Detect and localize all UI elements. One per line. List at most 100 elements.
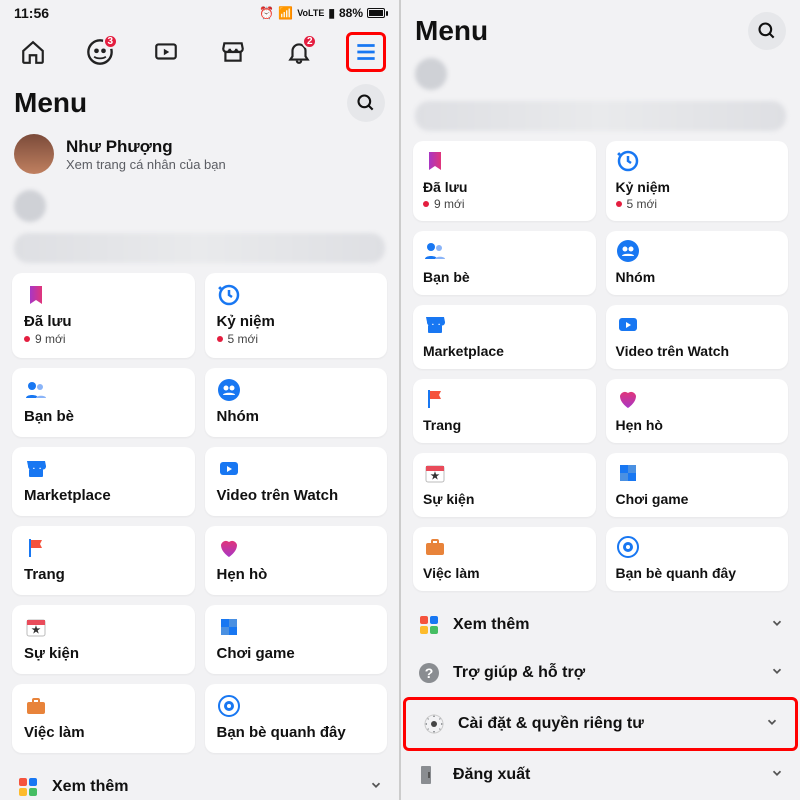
flag-icon (24, 536, 48, 560)
shortcut-job[interactable]: Việc làm (12, 684, 195, 753)
shortcut-bookmark[interactable]: Đã lưu9 mới (413, 141, 596, 221)
row-settings[interactable]: Cài đặt & quyền riêng tư (403, 697, 798, 751)
shortcut-label: Marketplace (24, 487, 183, 504)
shortcut-game[interactable]: Chơi game (205, 605, 388, 674)
shortcut-sub: 5 mới (217, 332, 376, 346)
shortcut-label: Việc làm (24, 724, 183, 741)
shortcut-label: Trang (423, 417, 586, 433)
chevron-down-icon (770, 664, 784, 683)
notifications-badge: 2 (302, 34, 317, 49)
row-more[interactable]: Xem thêm (401, 601, 800, 649)
clock-icon (616, 149, 640, 173)
group-icon (217, 378, 241, 402)
shortcut-nearby[interactable]: Bạn bè quanh đây (606, 527, 789, 591)
shortcut-nearby[interactable]: Bạn bè quanh đây (205, 684, 388, 753)
shortcut-label: Chơi game (616, 491, 779, 507)
flag-icon (423, 387, 447, 411)
battery-pct: 88% (339, 6, 363, 20)
shop-icon (24, 457, 48, 481)
shortcut-friends[interactable]: Bạn bè (413, 231, 596, 295)
menu-header: Menu (0, 78, 399, 124)
menu-rows: Xem thêm (0, 763, 399, 800)
more-icon (417, 613, 441, 637)
clock-icon (217, 283, 241, 307)
game-icon (217, 615, 241, 639)
shortcut-watch[interactable]: Video trên Watch (606, 305, 789, 369)
shortcut-clock[interactable]: Kỷ niệm5 mới (606, 141, 789, 221)
shortcut-heart[interactable]: Hẹn hò (606, 379, 789, 443)
row-label: Trợ giúp & hỗ trợ (453, 664, 758, 682)
bookmark-icon (24, 283, 48, 307)
friends-icon (24, 378, 48, 402)
tab-home[interactable] (13, 32, 53, 72)
row-label: Cài đặt & quyền riêng tư (458, 715, 753, 733)
job-icon (24, 694, 48, 718)
heart-icon (217, 536, 241, 560)
shortcut-clock[interactable]: Kỷ niệm5 mới (205, 273, 388, 358)
event-icon: ★ (423, 461, 447, 485)
tab-notifications[interactable]: 2 (279, 32, 319, 72)
shortcut-label: Hẹn hò (616, 417, 779, 433)
status-right: ⏰ 📶 VoLTE ▮ 88% (259, 6, 385, 20)
shortcut-shop[interactable]: Marketplace (12, 447, 195, 516)
search-button[interactable] (748, 12, 786, 50)
shortcut-friends[interactable]: Bạn bè (12, 368, 195, 437)
job-icon (423, 535, 447, 559)
svg-text:★: ★ (431, 471, 440, 482)
row-help[interactable]: ? Trợ giúp & hỗ trợ (401, 649, 800, 697)
nearby-icon (616, 535, 640, 559)
profile-subtitle: Xem trang cá nhân của bạn (66, 157, 226, 172)
shortcut-bookmark[interactable]: Đã lưu9 mới (12, 273, 195, 358)
shortcut-label: Đã lưu (24, 313, 183, 330)
tab-friends[interactable]: 3 (80, 32, 120, 72)
profile-row[interactable]: Như Phượng Xem trang cá nhân của bạn (0, 124, 399, 184)
shop-icon (423, 313, 447, 337)
bookmark-icon (423, 149, 447, 173)
tab-watch[interactable] (146, 32, 186, 72)
shortcut-event[interactable]: ★ Sự kiện (413, 453, 596, 517)
nearby-icon (217, 694, 241, 718)
shortcut-watch[interactable]: Video trên Watch (205, 447, 388, 516)
shortcut-group[interactable]: Nhóm (205, 368, 388, 437)
signal-icon: ▮ (328, 6, 335, 20)
tab-menu[interactable] (346, 32, 386, 72)
shortcut-game[interactable]: Chơi game (606, 453, 789, 517)
status-bar: 11:56 ⏰ 📶 VoLTE ▮ 88% (0, 0, 399, 26)
shortcut-job[interactable]: Việc làm (413, 527, 596, 591)
shortcut-label: Chơi game (217, 645, 376, 662)
wifi-icon: 📶 (278, 6, 293, 20)
shortcut-label: Kỷ niệm (616, 179, 779, 195)
help-icon: ? (417, 661, 441, 685)
event-icon: ★ (24, 615, 48, 639)
watch-icon (616, 313, 640, 337)
shortcut-shop[interactable]: Marketplace (413, 305, 596, 369)
shortcut-label: Video trên Watch (616, 343, 779, 359)
shortcut-heart[interactable]: Hẹn hò (205, 526, 388, 595)
row-more[interactable]: Xem thêm (0, 763, 399, 800)
shortcut-group[interactable]: Nhóm (606, 231, 789, 295)
settings-icon (422, 712, 446, 736)
row-label: Xem thêm (453, 616, 758, 634)
blurred-item (415, 58, 447, 90)
lte-icon: VoLTE (297, 8, 324, 18)
page-title: Menu (415, 15, 488, 47)
alarm-icon: ⏰ (259, 6, 274, 20)
shortcut-flag[interactable]: Trang (12, 526, 195, 595)
blurred-row (415, 101, 786, 131)
nav-tabs: 3 2 (0, 26, 399, 78)
blurred-row (14, 233, 385, 263)
shortcut-flag[interactable]: Trang (413, 379, 596, 443)
shortcut-event[interactable]: ★Sự kiện (12, 605, 195, 674)
menu-rows: Xem thêm? Trợ giúp & hỗ trợ Cài đặt & quyề… (401, 601, 800, 799)
search-button[interactable] (347, 84, 385, 122)
row-label: Đăng xuất (453, 766, 758, 784)
row-label: Xem thêm (52, 778, 357, 796)
shortcut-label: Sự kiện (423, 491, 586, 507)
friends-icon (423, 239, 447, 263)
right-pane: Menu Đã lưu9 mớiKỷ niệm5 mới Bạn bè NhómMa… (401, 0, 800, 800)
tab-marketplace[interactable] (213, 32, 253, 72)
row-logout[interactable]: Đăng xuất (401, 751, 800, 799)
watch-icon (217, 457, 241, 481)
shortcuts-grid: Đã lưu9 mớiKỷ niệm5 mới Bạn bè NhómMarketp… (401, 141, 800, 591)
shortcut-label: Bạn bè (423, 269, 586, 285)
